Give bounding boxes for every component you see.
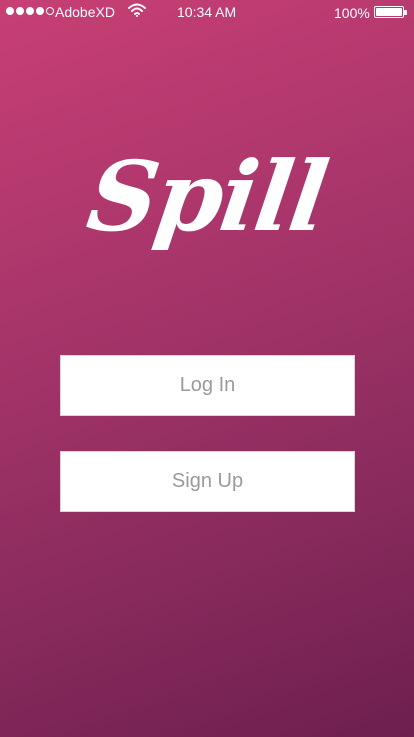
- battery-tip: [404, 10, 407, 15]
- wifi-icon: [128, 3, 146, 17]
- battery-fill: [376, 8, 402, 16]
- signal-dot: [36, 7, 44, 15]
- login-button[interactable]: Log In: [60, 355, 355, 416]
- app-logo: Spill: [81, 140, 333, 253]
- signal-dot: [26, 7, 34, 15]
- status-bar: AdobeXD 10:34 AM 100%: [0, 0, 414, 24]
- battery-icon: [374, 6, 407, 18]
- battery-percent: 100%: [334, 5, 370, 21]
- signal-dot-empty: [46, 7, 54, 15]
- signal-dots-icon: [6, 7, 54, 15]
- carrier-name: AdobeXD: [55, 4, 115, 20]
- signal-dot: [6, 7, 14, 15]
- status-time: 10:34 AM: [177, 4, 237, 20]
- app-screen: AdobeXD 10:34 AM 100% Spill Log In Sign …: [0, 0, 414, 737]
- signal-dot: [16, 7, 24, 15]
- signup-button[interactable]: Sign Up: [60, 451, 355, 512]
